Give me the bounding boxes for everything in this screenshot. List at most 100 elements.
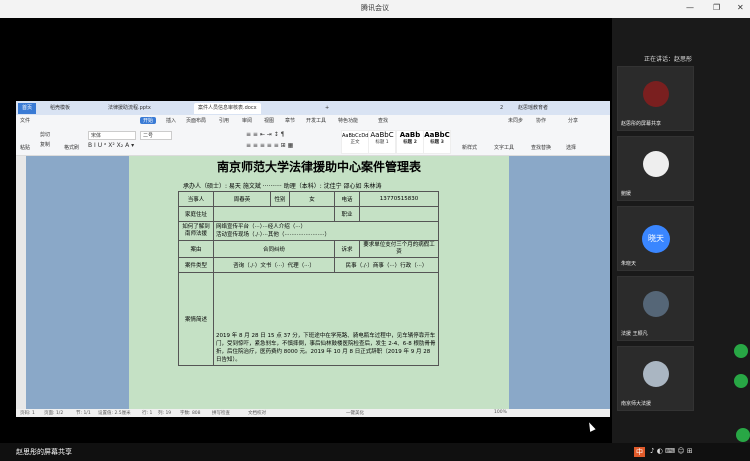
address-label: 家庭住址 — [178, 206, 214, 222]
input-method-icon[interactable]: 中 — [634, 447, 645, 457]
participant-name: 南京师大法援 — [621, 401, 652, 407]
doc-check-button[interactable]: 文档校对 — [248, 410, 266, 416]
style-heading3[interactable]: AaBbC 标题 3 — [423, 130, 451, 154]
shared-screen: 首页 稻壳模板 法律援助流程.pptx 案件人员信息审核表.docx + 2 赵… — [0, 18, 612, 443]
participant-avatar — [643, 81, 669, 107]
handlers-line[interactable]: 承办人（硕士）: 易天 施文斌 ·········· 助理（本科）: 沈佳宁 邵… — [183, 181, 381, 190]
client-label: 当事人 — [178, 191, 214, 207]
status-col: 列: 19 — [158, 411, 172, 416]
menu-find[interactable]: 查找 — [378, 117, 388, 124]
document-page[interactable]: 南京师范大学法律援助中心案件管理表 承办人（硕士）: 易天 施文斌 ······… — [129, 156, 509, 409]
vertical-ruler — [16, 156, 26, 409]
status-setting: 设置值: 2.5厘米 — [98, 411, 131, 416]
address-value[interactable] — [213, 206, 335, 222]
spell-check-button[interactable]: 拼写检查 — [212, 410, 230, 416]
collab-button[interactable]: 未同步 — [508, 117, 523, 124]
menu-dev[interactable]: 开发工具 — [306, 117, 326, 124]
participant-tile-3[interactable]: 晓天 朱晓天 — [617, 206, 694, 271]
gender-label: 性别 — [270, 191, 290, 207]
claim-label: 诉求 — [334, 240, 360, 258]
document-area[interactable]: 南京师范大学法律援助中心案件管理表 承办人（硕士）: 易天 施文斌 ······… — [16, 156, 610, 409]
wps-tabs: 首页 稻壳模板 法律援助流程.pptx 案件人员信息审核表.docx + 2 赵… — [16, 101, 610, 115]
style-heading2[interactable]: AaBb 标题 2 — [396, 130, 424, 154]
find-replace-button[interactable]: 查找替换 — [531, 144, 551, 151]
wps-menu: 文件 开始 插入 页面布局 引用 审阅 视图 章节 开发工具 特色功能 查找 未… — [16, 115, 610, 127]
maximize-button[interactable]: ❐ — [713, 3, 720, 12]
job-value[interactable] — [359, 206, 439, 222]
case-table[interactable]: 当事人 周春英 性别 女 电话 13770515830 家庭住址 职业 如何了解… — [178, 191, 439, 366]
close-button[interactable]: ✕ — [737, 3, 744, 12]
status-row: 行: 1 — [142, 411, 153, 416]
wps-toolbar: 粘贴 剪切 复制 格式刷 宋体 二号 B I U ᵃ X² X₂ A ▾ ≡ ≡… — [16, 127, 610, 156]
align-icons[interactable]: ≡ ≡ ≡ ≡ ≡ ⊞ ▦ — [246, 142, 293, 149]
font-select[interactable]: 宋体 — [88, 131, 136, 140]
green-action-button[interactable] — [736, 428, 750, 442]
participant-name: 法援 王颖凡 — [621, 331, 648, 337]
window-title: 腾讯会议 — [361, 4, 389, 12]
participant-tile-2[interactable]: 鲍媛 — [617, 136, 694, 201]
tab-ppt[interactable]: 法律援助流程.pptx — [104, 103, 155, 114]
green-action-button[interactable] — [734, 374, 748, 388]
menu-start[interactable]: 开始 — [140, 117, 157, 124]
type-label: 案件类型 — [178, 257, 214, 273]
wps-window: 首页 稻壳模板 法律援助流程.pptx 案件人员信息审核表.docx + 2 赵… — [16, 101, 610, 417]
size-select[interactable]: 二号 — [140, 131, 172, 140]
participant-tile-5[interactable]: 南京师大法援 — [617, 346, 694, 411]
menu-layout[interactable]: 页面布局 — [186, 117, 206, 124]
type-value-1[interactable]: 咨询（./·）文书（···）代理（···） — [213, 257, 335, 273]
client-name[interactable]: 周春英 — [213, 191, 271, 207]
cause-label: 案由 — [178, 240, 214, 258]
type-value-2[interactable]: 民事（./·）商事（···）行政（···） — [334, 257, 439, 273]
new-style-button[interactable]: 新样式 — [462, 144, 477, 151]
phone-label: 电话 — [334, 191, 360, 207]
claim-value[interactable]: 要求单位支付三个月的病假工资 — [359, 240, 439, 258]
user-name[interactable]: 赵思瑶教育者 — [514, 103, 552, 114]
select-button[interactable]: 选择 — [566, 144, 576, 151]
status-page: 页码: 1 — [20, 411, 35, 416]
menu-reference[interactable]: 引用 — [219, 117, 229, 124]
cut-button[interactable]: 剪切 — [40, 131, 50, 138]
phone-value[interactable]: 13770515830 — [359, 191, 439, 207]
format-painter-button[interactable]: 格式刷 — [64, 144, 79, 151]
menu-view[interactable]: 视图 — [264, 117, 274, 124]
zoom-level[interactable]: 100% — [494, 410, 507, 415]
participant-tile-1[interactable]: 赵思彤的屏幕共享 — [617, 66, 694, 131]
document-title[interactable]: 南京师范大学法律援助中心案件管理表 — [129, 158, 509, 175]
menu-review[interactable]: 审阅 — [242, 117, 252, 124]
how-label: 如何了解到南师法援 — [178, 221, 214, 241]
paragraph-icons[interactable]: ≡ ≡ ⇤ ⇥ ↕ ¶ — [246, 131, 285, 138]
minimize-button[interactable]: — — [686, 3, 694, 12]
participant-tile-4[interactable]: 法援 王颖凡 — [617, 276, 694, 341]
job-label: 职业 — [334, 206, 360, 222]
copy-button[interactable]: 复制 — [40, 141, 50, 148]
feedback-button[interactable]: 协作 — [536, 117, 546, 124]
taskbar: 赵思彤的屏幕共享 中 ♪ ◐ ⌨ ☺ ⊞ — [0, 443, 750, 461]
cause-value[interactable]: 合同纠纷 — [213, 240, 335, 258]
gender-value[interactable]: 女 — [289, 191, 335, 207]
style-heading1[interactable]: AaBbC 标题 1 — [368, 130, 396, 154]
green-action-button[interactable] — [734, 344, 748, 358]
summary-text[interactable]: 2019 年 8 月 28 日 15 点 37 分，下班途中在学苑路、骑电瓶车过… — [213, 272, 439, 366]
menu-special[interactable]: 特色功能 — [338, 117, 358, 124]
speaking-indicator: 正在讲话：赵思彤 — [644, 56, 693, 63]
menu-chapter[interactable]: 章节 — [285, 117, 295, 124]
paste-button[interactable]: 粘贴 — [20, 144, 30, 151]
dog-avatar-icon — [643, 151, 669, 177]
how-value[interactable]: 网络宣传平台（···）···经人介绍（···） 活动宣传现场（./·）···其他（… — [213, 221, 439, 241]
summary-label: 案情简述 — [178, 272, 214, 366]
tab-templates[interactable]: 稻壳模板 — [46, 103, 74, 114]
tray-icons[interactable]: ♪ ◐ ⌨ ☺ ⊞ — [650, 447, 693, 455]
beautify-button[interactable]: 一键美化 — [346, 410, 364, 416]
menu-file[interactable]: 文件 — [20, 117, 30, 124]
tab-doc[interactable]: 案件人员信息审核表.docx — [194, 103, 261, 114]
tab-add-button[interactable]: + — [321, 103, 333, 114]
tab-home[interactable]: 首页 — [18, 103, 37, 114]
text-tools-button[interactable]: 文字工具 — [494, 144, 514, 151]
participant-name: 朱晓天 — [621, 261, 637, 267]
participants-panel: 正在讲话：赵思彤 赵思彤的屏幕共享 鲍媛 晓天 朱晓天 法援 王颖凡 南京师大法… — [612, 18, 750, 443]
menu-insert[interactable]: 插入 — [166, 117, 176, 124]
text-avatar: 晓天 — [642, 225, 670, 253]
style-normal[interactable]: AaBbCcDd 正文 — [341, 130, 369, 154]
text-format-icons[interactable]: B I U ᵃ X² X₂ A ▾ — [88, 142, 134, 149]
share-button[interactable]: 分享 — [568, 117, 578, 124]
